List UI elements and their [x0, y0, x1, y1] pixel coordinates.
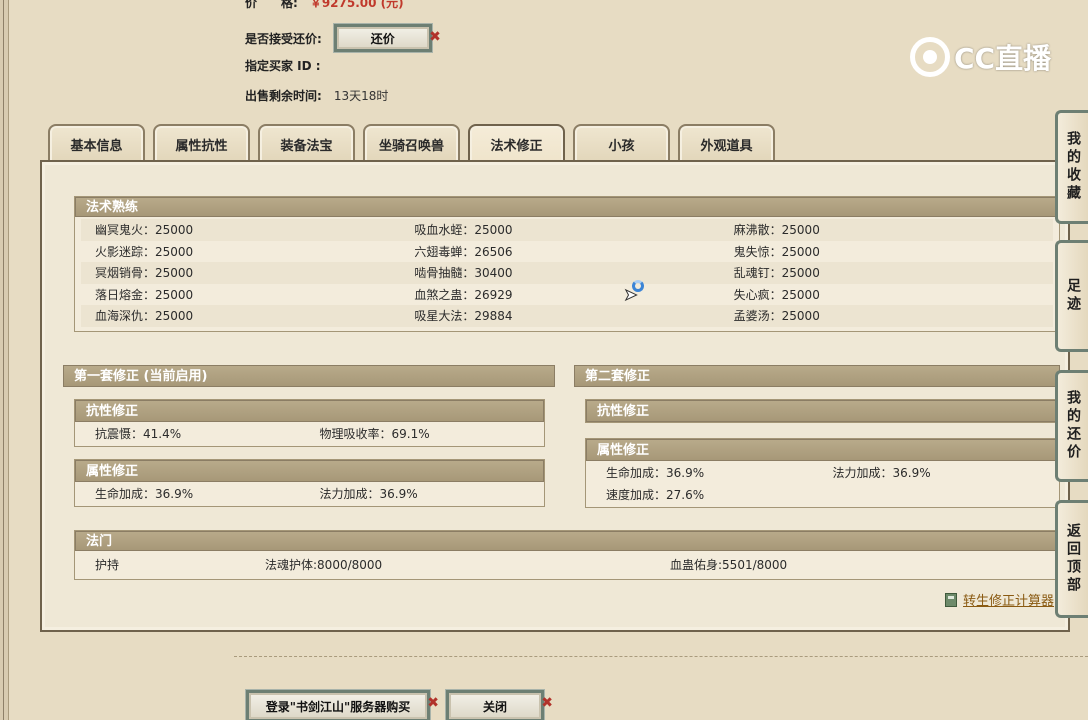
skill-cell: 吸血水蛭：25000: [414, 223, 513, 238]
skill-cell: 火影迷踪：25000: [95, 244, 194, 259]
skill-cell: 血煞之蛊：26929: [414, 287, 513, 302]
skill-cell: 孟婆汤：25000: [733, 309, 820, 324]
buyer-label: 指定买家 ID :: [245, 59, 321, 73]
famen-item: 护持: [95, 557, 120, 572]
set2-attr-title: 属性修正: [586, 439, 1059, 461]
cc-live-logo: CC直播: [910, 37, 1051, 77]
remaining-value: 13天18时: [333, 89, 389, 103]
price-label: 价 格:: [245, 0, 298, 10]
famen-box: 法门 护持 法魂护体:8000/8000 血蛊佑身:5501/8000: [74, 530, 1060, 580]
side-tab-my-offers[interactable]: 我的还价: [1055, 370, 1088, 482]
ribbon-icon: ✖: [541, 695, 553, 711]
set1-resist-item: 抗震慑：41.4%: [95, 426, 182, 441]
login-purchase-button[interactable]: 登录"书剑江山"服务器购买 ✖: [245, 689, 439, 720]
counter-offer-button[interactable]: 还价 ✖: [332, 23, 441, 53]
side-tab-favorites-label: 我的收藏: [1065, 131, 1081, 203]
ribbon-icon: ✖: [429, 29, 441, 45]
skill-cell: 幽冥鬼火：25000: [95, 223, 194, 238]
buyer-row: 指定买家 ID :: [245, 57, 333, 74]
set1-attr-box: 属性修正 生命加成：36.9% 法力加成：36.9%: [74, 459, 545, 507]
side-tab-footprints-label: 足迹: [1065, 278, 1081, 314]
skill-cell: 啮骨抽髓：30400: [414, 266, 513, 281]
side-tab-my-offers-label: 我的还价: [1065, 390, 1081, 462]
tab-appearance[interactable]: 外观道具: [678, 124, 775, 162]
set1-attr-item: 法力加成：36.9%: [319, 486, 418, 501]
set1-attr-title: 属性修正: [75, 460, 544, 482]
logo-text: CC直播: [954, 42, 1052, 75]
skill-cell: 吸星大法：29884: [414, 309, 513, 324]
price-value: ￥9275.00 (元): [309, 0, 404, 10]
counter-offer-label: 还价: [370, 31, 395, 46]
mouse-cursor-icon: ➤: [623, 285, 638, 305]
set1-resist-box: 抗性修正 抗震慑：41.4% 物理吸收率：69.1%: [74, 399, 545, 447]
remaining-row: 出售剩余时间: 13天18时: [245, 87, 388, 104]
tab-basic-info[interactable]: 基本信息: [48, 124, 145, 162]
side-tab-back-to-top-label: 返回顶部: [1065, 523, 1081, 595]
skill-row: 幽冥鬼火：25000 吸血水蛭：25000 麻沸散：25000: [81, 219, 1053, 241]
rebirth-calculator-label: 转生修正计算器: [963, 594, 1055, 609]
set2-attr-item: 法力加成：36.9%: [832, 465, 931, 480]
skill-cell: 冥烟销骨：25000: [95, 266, 194, 281]
skill-proficiency-box: 法术熟练 幽冥鬼火：25000 吸血水蛭：25000 麻沸散：25000 火影迷…: [74, 196, 1060, 332]
close-label: 关闭: [482, 699, 507, 714]
spell-correction-panel: 法术熟练 幽冥鬼火：25000 吸血水蛭：25000 麻沸散：25000 火影迷…: [40, 160, 1070, 632]
set2-attr-item: 速度加成：27.6%: [606, 487, 705, 502]
skill-cell: 鬼失惊：25000: [733, 244, 820, 259]
remaining-label: 出售剩余时间:: [245, 89, 322, 103]
skill-cell: 乱魂钉：25000: [733, 266, 820, 281]
tab-mounts-pets[interactable]: 坐骑召唤兽: [363, 124, 460, 162]
tab-bar: 基本信息 属性抗性 装备法宝 坐骑召唤兽 法术修正 小孩 外观道具: [48, 124, 775, 162]
set2-attr-box: 属性修正 生命加成：36.9% 法力加成：36.9% 速度加成：27.6%: [585, 438, 1060, 508]
famen-item: 血蛊佑身:5501/8000: [670, 557, 788, 572]
tab-attributes[interactable]: 属性抗性: [153, 124, 250, 162]
skill-cell: 麻沸散：25000: [733, 223, 820, 238]
skill-cell: 落日熔金：25000: [95, 287, 194, 302]
set1-attr-item: 生命加成：36.9%: [95, 486, 194, 501]
skill-proficiency-title: 法术熟练: [75, 197, 1059, 217]
skill-row: 落日熔金：25000 血煞之蛊：26929 失心疯：25000: [81, 284, 1053, 306]
skill-cell: 血海深仇：25000: [95, 309, 194, 324]
set2-resist-title: 抗性修正: [586, 400, 1059, 422]
tab-spell-correction[interactable]: 法术修正: [468, 124, 565, 162]
set1-title: 第一套修正 (当前启用): [63, 365, 555, 387]
price-row: 价 格: ￥9275.00 (元): [245, 0, 404, 11]
close-button[interactable]: 关闭 ✖: [445, 689, 553, 720]
accept-counter-row: 是否接受还价: 还价 ✖: [245, 23, 441, 53]
tab-child[interactable]: 小孩: [573, 124, 670, 162]
ribbon-icon: ✖: [427, 695, 439, 711]
skill-cell: 六翅毒蝉：26506: [414, 244, 513, 259]
famen-item: 法魂护体:8000/8000: [265, 557, 383, 572]
rebirth-calculator-link[interactable]: 转生修正计算器: [945, 590, 1054, 609]
set2-attr-item: 生命加成：36.9%: [606, 465, 705, 480]
set2-resist-box: 抗性修正: [585, 399, 1060, 423]
skill-row: 冥烟销骨：25000 啮骨抽髓：30400 乱魂钉：25000: [81, 262, 1053, 284]
skill-row: 血海深仇：25000 吸星大法：29884 孟婆汤：25000: [81, 305, 1053, 327]
side-tab-footprints[interactable]: 足迹: [1055, 240, 1088, 352]
set2-title: 第二套修正: [574, 365, 1060, 387]
set1-resist-title: 抗性修正: [75, 400, 544, 422]
side-tab-back-to-top[interactable]: 返回顶部: [1055, 500, 1088, 618]
side-tab-favorites[interactable]: 我的收藏: [1055, 110, 1088, 224]
left-border: [0, 0, 9, 720]
accept-counter-label: 是否接受还价:: [245, 31, 322, 46]
cc-logo-icon: [910, 37, 950, 77]
calculator-icon: [945, 592, 957, 607]
skill-cell: 失心疯：25000: [733, 287, 820, 302]
set1-resist-item: 物理吸收率：69.1%: [319, 426, 430, 441]
tab-equipment[interactable]: 装备法宝: [258, 124, 355, 162]
famen-title: 法门: [75, 531, 1059, 551]
login-purchase-label: 登录"书剑江山"服务器购买: [265, 699, 411, 714]
divider: [234, 656, 1088, 657]
skill-row: 火影迷踪：25000 六翅毒蝉：26506 鬼失惊：25000: [81, 241, 1053, 263]
